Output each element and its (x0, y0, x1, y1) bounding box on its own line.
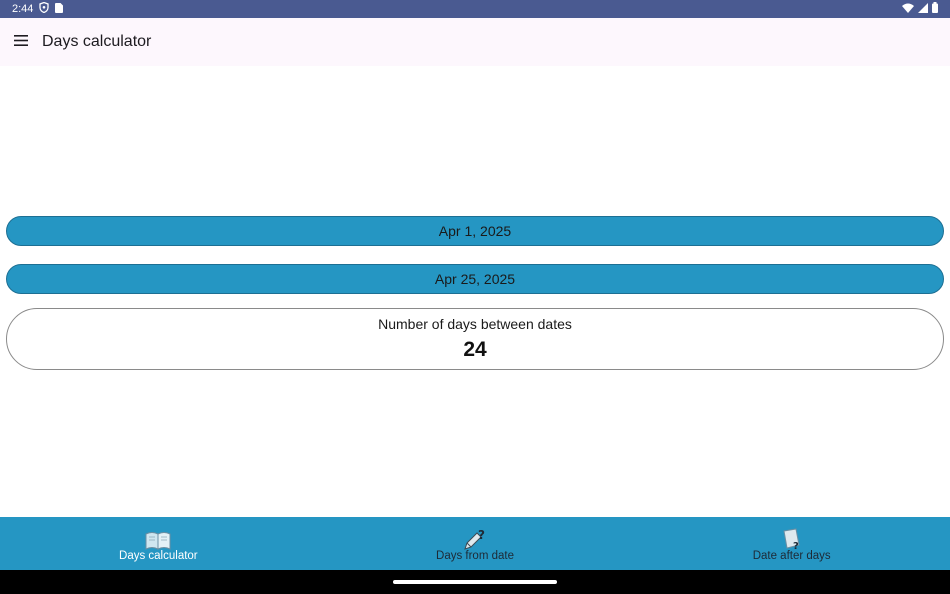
bottom-navigation: Days calculator ? Days from date ? Date … (0, 517, 950, 570)
pen-question-icon: ? (462, 528, 488, 550)
menu-button[interactable] (0, 18, 42, 66)
sim-card-icon (55, 2, 64, 16)
svg-text:?: ? (793, 541, 799, 550)
page-question-icon: ? (779, 527, 805, 550)
home-gesture-handle[interactable] (393, 580, 557, 584)
nav-item-days-from-date[interactable]: ? Days from date (317, 517, 634, 570)
nav-label: Days calculator (119, 549, 198, 562)
result-label: Number of days between dates (378, 316, 572, 332)
battery-icon (932, 2, 938, 16)
nav-label: Days from date (436, 549, 514, 562)
wifi-icon (902, 3, 914, 16)
page-title: Days calculator (42, 33, 152, 50)
signal-icon (918, 2, 928, 16)
nav-item-days-calculator[interactable]: Days calculator (0, 517, 317, 570)
hamburger-menu-icon (14, 33, 28, 51)
nav-label: Date after days (752, 549, 831, 562)
status-time: 2:44 (12, 3, 34, 15)
status-right (902, 2, 938, 16)
app-bar: Days calculator (0, 18, 950, 66)
end-date-button[interactable]: Apr 25, 2025 (6, 264, 944, 294)
result-value: 24 (463, 338, 487, 361)
result-card: Number of days between dates 24 (6, 308, 944, 370)
nav-item-date-after-days[interactable]: ? Date after days (633, 517, 950, 570)
status-left: 2:44 (12, 1, 64, 16)
open-book-icon (145, 528, 171, 550)
system-navigation-bar (0, 570, 950, 594)
svg-text:?: ? (478, 528, 485, 542)
status-bar: 2:44 (0, 0, 950, 18)
start-date-button[interactable]: Apr 1, 2025 (6, 216, 944, 246)
shield-icon (39, 1, 50, 16)
